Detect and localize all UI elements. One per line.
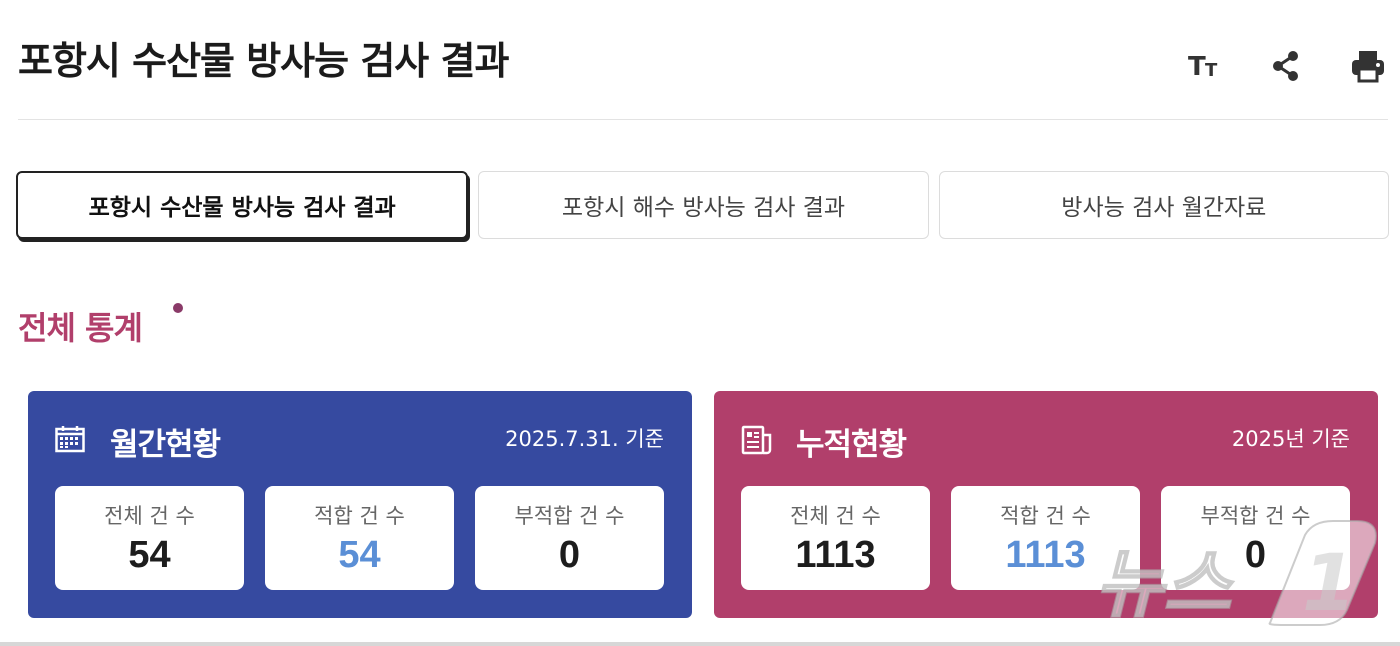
stat-value: 0 xyxy=(1244,533,1267,576)
tab-monthly-data[interactable]: 방사능 검사 월간자료 xyxy=(938,171,1389,239)
bottom-divider xyxy=(0,642,1400,646)
monthly-panel-title: 월간현황 xyxy=(110,427,221,463)
stat-label: 부적합 건 수 xyxy=(1200,503,1311,528)
text-size-button[interactable]: T T xyxy=(1166,44,1246,88)
stat-label: 전체 건 수 xyxy=(790,503,881,528)
share-icon xyxy=(1273,51,1298,81)
stat-label: 적합 건 수 xyxy=(314,503,405,528)
section-dot-icon xyxy=(173,303,183,313)
cumulative-stat-row: 전체 건 수 1113 적합 건 수 1113 부적합 건 수 0 xyxy=(741,486,1350,590)
cumulative-fail-card: 부적합 건 수 0 xyxy=(1161,486,1350,590)
monthly-pass-card: 적합 건 수 54 xyxy=(265,486,454,590)
svg-text:T: T xyxy=(1205,60,1218,81)
share-button[interactable] xyxy=(1246,44,1326,88)
monthly-status-panel: 월간현황 2025.7.31. 기준 전체 건 수 54 적합 건 수 54 부… xyxy=(28,391,692,618)
cumulative-status-panel: 누적현황 2025년 기준 전체 건 수 1113 적합 건 수 1113 부적… xyxy=(714,391,1378,618)
stat-value: 54 xyxy=(128,533,171,576)
monthly-panel-date: 2025.7.31. 기준 xyxy=(505,427,664,451)
calendar-icon xyxy=(55,426,85,453)
print-icon xyxy=(1352,51,1384,83)
document-icon xyxy=(741,425,772,455)
stat-label: 부적합 건 수 xyxy=(514,503,625,528)
tab-bar: 포항시 수산물 방사능 검사 결과 포항시 해수 방사능 검사 결과 방사능 검… xyxy=(16,171,1389,239)
tab-seawater-results[interactable]: 포항시 해수 방사능 검사 결과 xyxy=(478,171,929,239)
page-title: 포항시 수산물 방사능 검사 결과 xyxy=(18,39,509,83)
svg-text:T: T xyxy=(1188,52,1206,81)
stat-value: 1113 xyxy=(795,533,876,576)
cumulative-panel-date: 2025년 기준 xyxy=(1231,427,1350,451)
cumulative-total-card: 전체 건 수 1113 xyxy=(741,486,930,590)
toolbar: T T xyxy=(1166,44,1386,88)
monthly-fail-card: 부적합 건 수 0 xyxy=(475,486,664,590)
stat-value: 54 xyxy=(338,533,381,576)
print-button[interactable] xyxy=(1326,44,1386,88)
tab-seafood-results[interactable]: 포항시 수산물 방사능 검사 결과 xyxy=(16,171,469,239)
stat-value: 1113 xyxy=(1005,533,1086,576)
page-header: 포항시 수산물 방사능 검사 결과 T T xyxy=(18,0,1388,120)
monthly-stat-row: 전체 건 수 54 적합 건 수 54 부적합 건 수 0 xyxy=(55,486,664,590)
stat-value: 0 xyxy=(558,533,581,576)
monthly-total-card: 전체 건 수 54 xyxy=(55,486,244,590)
text-size-icon: T T xyxy=(1188,52,1218,81)
section-title: 전체 통계 xyxy=(18,309,143,347)
cumulative-panel-title: 누적현황 xyxy=(796,427,907,463)
cumulative-pass-card: 적합 건 수 1113 xyxy=(951,486,1140,590)
stat-label: 적합 건 수 xyxy=(1000,503,1091,528)
stat-label: 전체 건 수 xyxy=(104,503,195,528)
